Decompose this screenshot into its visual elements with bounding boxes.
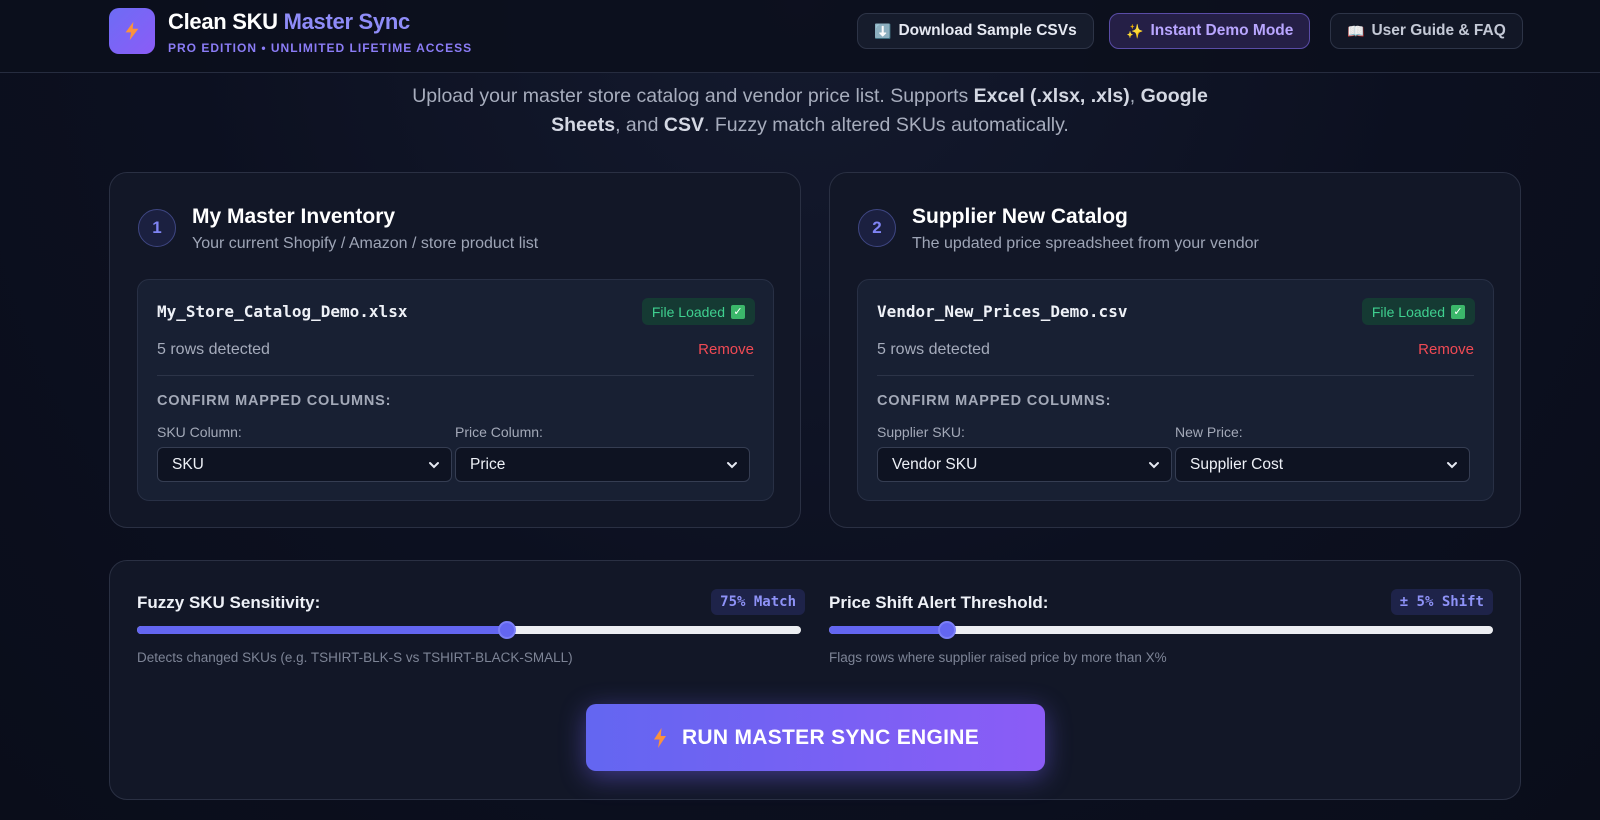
- status-label: File Loaded: [651, 303, 725, 320]
- file-panel: My_Store_Catalog_Demo.xlsx File Loaded ✓…: [137, 279, 774, 501]
- remove-file-button[interactable]: Remove: [1418, 341, 1474, 358]
- status-label: File Loaded: [1371, 303, 1445, 320]
- lightning-bolt-icon: [653, 727, 666, 748]
- new-price-label: New Price:: [1175, 424, 1243, 440]
- new-price-value: Supplier Cost: [1190, 455, 1284, 473]
- chevron-down-icon: [727, 462, 737, 469]
- chevron-down-icon: [429, 462, 439, 469]
- lightning-bolt-icon: [125, 21, 139, 41]
- intro-csv: CSV: [663, 114, 704, 136]
- row-count: 5 rows detected: [877, 341, 990, 358]
- file-name: My_Store_Catalog_Demo.xlsx: [157, 302, 408, 321]
- intro-text: Upload your master store catalog and ven…: [390, 82, 1230, 140]
- status-badge: File Loaded ✓: [641, 298, 755, 325]
- slider-fill: [137, 626, 507, 634]
- new-price-select[interactable]: Supplier Cost: [1175, 447, 1470, 482]
- book-icon: 📖: [1347, 22, 1365, 39]
- remove-file-button[interactable]: Remove: [698, 341, 754, 358]
- app-title-part1: Clean SKU: [168, 9, 278, 34]
- card-title: Supplier New Catalog: [912, 205, 1128, 228]
- slider-fill: [829, 626, 947, 634]
- chevron-down-icon: [1149, 462, 1159, 469]
- edition-label: PRO EDITION • UNLIMITED LIFETIME ACCESS: [168, 41, 473, 55]
- step-number: 1: [138, 209, 176, 247]
- intro-text-2: ,: [1129, 85, 1141, 107]
- app-logo: [109, 8, 155, 54]
- checkmark-icon: ✓: [731, 304, 745, 319]
- master-inventory-card: 1 My Master Inventory Your current Shopi…: [109, 172, 801, 528]
- divider: [877, 375, 1474, 376]
- supplier-sku-value: Vendor SKU: [892, 455, 978, 473]
- intro-excel: Excel (.xlsx, .xls): [973, 85, 1130, 107]
- slider-handle[interactable]: [937, 621, 956, 639]
- intro-text-1: Upload your master store catalog and ven…: [412, 85, 974, 107]
- app-title: Clean SKU Master Sync: [168, 9, 410, 35]
- card-subtitle: The updated price spreadsheet from your …: [912, 235, 1259, 252]
- step-number: 2: [858, 209, 896, 247]
- supplier-sku-select[interactable]: Vendor SKU: [877, 447, 1172, 482]
- price-threshold-badge: ± 5% Shift: [1390, 589, 1493, 615]
- divider: [157, 375, 754, 376]
- fuzzy-sensitivity-label: Fuzzy SKU Sensitivity:: [137, 593, 321, 612]
- demo-mode-button[interactable]: ✨ Instant Demo Mode: [1109, 13, 1311, 49]
- top-bar: Clean SKU Master Sync PRO EDITION • UNLI…: [0, 0, 1600, 73]
- price-threshold-slider[interactable]: [829, 621, 1493, 639]
- sku-column-label: SKU Column:: [157, 424, 242, 440]
- fuzzy-sensitivity-badge: 75% Match: [711, 589, 805, 615]
- file-panel: Vendor_New_Prices_Demo.csv File Loaded ✓…: [857, 279, 1494, 501]
- app-title-part2: Master Sync: [283, 9, 411, 34]
- sync-settings-panel: Fuzzy SKU Sensitivity: 75% Match Detects…: [109, 560, 1521, 800]
- demo-mode-label: Instant Demo Mode: [1150, 22, 1294, 39]
- status-badge: File Loaded ✓: [1361, 298, 1475, 325]
- price-column-value: Price: [470, 455, 506, 473]
- confirm-columns-heading: CONFIRM MAPPED COLUMNS:: [877, 393, 1112, 409]
- slider-handle[interactable]: [497, 621, 516, 639]
- checkmark-icon: ✓: [1451, 304, 1465, 319]
- sku-column-value: SKU: [172, 455, 204, 473]
- intro-text-4: . Fuzzy match altered SKUs automatically…: [704, 114, 1069, 136]
- run-sync-label: RUN MASTER SYNC ENGINE: [681, 725, 980, 749]
- user-guide-button[interactable]: 📖 User Guide & FAQ: [1330, 13, 1523, 49]
- chevron-down-icon: [1447, 462, 1457, 469]
- user-guide-label: User Guide & FAQ: [1371, 22, 1506, 39]
- download-icon: ⬇️: [874, 22, 892, 39]
- row-count: 5 rows detected: [157, 341, 270, 358]
- card-title: My Master Inventory: [192, 205, 396, 228]
- supplier-catalog-card: 2 Supplier New Catalog The updated price…: [829, 172, 1521, 528]
- sku-column-select[interactable]: SKU: [157, 447, 452, 482]
- download-samples-label: Download Sample CSVs: [898, 22, 1077, 39]
- price-column-select[interactable]: Price: [455, 447, 750, 482]
- file-name: Vendor_New_Prices_Demo.csv: [877, 302, 1128, 321]
- confirm-columns-heading: CONFIRM MAPPED COLUMNS:: [157, 393, 392, 409]
- supplier-sku-label: Supplier SKU:: [877, 424, 965, 440]
- price-threshold-help: Flags rows where supplier raised price b…: [829, 650, 1167, 665]
- price-column-label: Price Column:: [455, 424, 543, 440]
- sparkles-icon: ✨: [1126, 22, 1144, 39]
- fuzzy-sensitivity-help: Detects changed SKUs (e.g. TSHIRT-BLK-S …: [137, 650, 573, 665]
- price-threshold-label: Price Shift Alert Threshold:: [829, 593, 1049, 612]
- download-samples-button[interactable]: ⬇️ Download Sample CSVs: [857, 13, 1094, 49]
- run-sync-button[interactable]: RUN MASTER SYNC ENGINE: [586, 704, 1045, 771]
- fuzzy-sensitivity-slider[interactable]: [137, 621, 801, 639]
- intro-text-3: , and: [615, 114, 664, 136]
- card-subtitle: Your current Shopify / Amazon / store pr…: [192, 235, 539, 252]
